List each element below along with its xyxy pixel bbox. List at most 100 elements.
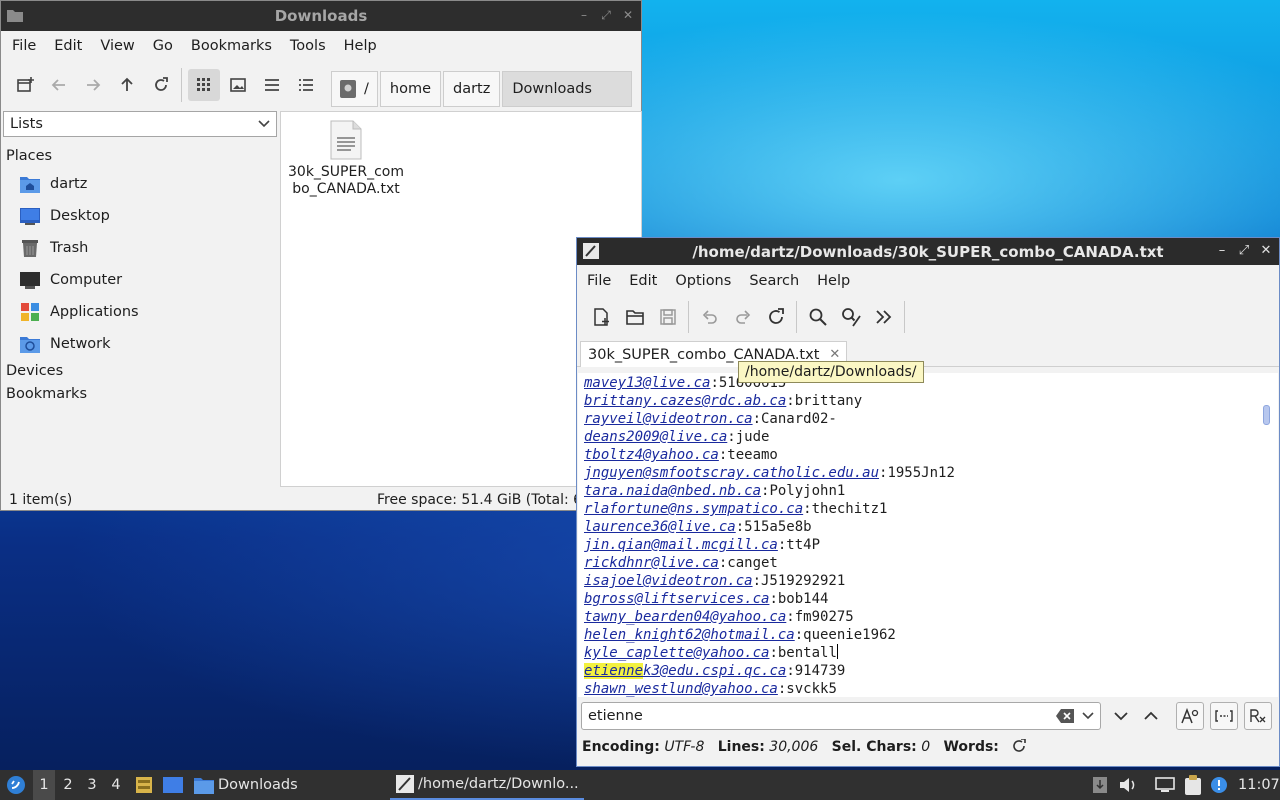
line-email[interactable]: kyle_caplette@yahoo.ca bbox=[584, 645, 769, 661]
menu-go[interactable]: Go bbox=[144, 38, 182, 54]
line-email[interactable]: bgross@liftservices.ca bbox=[584, 591, 769, 607]
workspace-1[interactable]: 1 bbox=[33, 770, 55, 800]
path-crumb-home[interactable]: home bbox=[379, 71, 441, 107]
menu-help[interactable]: Help bbox=[335, 38, 386, 54]
match-case-button[interactable] bbox=[1176, 702, 1204, 730]
sidebar-item-desktop[interactable]: Desktop bbox=[3, 200, 277, 232]
up-button[interactable] bbox=[111, 69, 143, 101]
whole-word-button[interactable] bbox=[1210, 702, 1238, 730]
devices-header[interactable]: Devices bbox=[3, 360, 277, 383]
sidebar-item-network[interactable]: Network bbox=[3, 328, 277, 360]
file-item[interactable]: 30k_SUPER_com bo_CANADA.txt bbox=[287, 120, 405, 198]
replace-button[interactable] bbox=[835, 301, 867, 333]
menu-options[interactable]: Options bbox=[666, 273, 740, 289]
menu-edit[interactable]: Edit bbox=[45, 38, 91, 54]
line-email[interactable]: rlafortune@ns.sympatico.ca bbox=[584, 501, 803, 517]
sidebar-item-applications[interactable]: Applications bbox=[3, 296, 277, 328]
back-button[interactable] bbox=[43, 69, 75, 101]
line-email[interactable]: jnguyen@smfootscray.catholic.edu.au bbox=[584, 465, 879, 481]
minimize-icon[interactable]: – bbox=[1215, 244, 1229, 258]
menu-file[interactable]: File bbox=[578, 273, 620, 289]
menu-help[interactable]: Help bbox=[808, 273, 859, 289]
line-email[interactable]: laurence36@live.ca bbox=[584, 519, 736, 535]
task-downloads[interactable]: Downloads bbox=[194, 770, 382, 800]
sidebar-item-computer[interactable]: Computer bbox=[3, 264, 277, 296]
sidebar-pane-select[interactable]: Lists bbox=[3, 111, 277, 137]
close-icon[interactable]: ✕ bbox=[621, 8, 635, 22]
text-area[interactable]: mavey13@live.ca:51606615 brittany.cazes@… bbox=[578, 373, 1278, 697]
menu-search[interactable]: Search bbox=[740, 273, 808, 289]
file-manager-launcher[interactable] bbox=[134, 770, 154, 800]
workspace-3[interactable]: 3 bbox=[81, 770, 103, 800]
close-icon[interactable]: ✕ bbox=[1259, 244, 1273, 258]
redo-button[interactable] bbox=[727, 301, 759, 333]
refresh-word-count-icon[interactable] bbox=[1012, 739, 1027, 753]
tray-notifications[interactable] bbox=[1208, 770, 1230, 800]
menu-view[interactable]: View bbox=[91, 38, 143, 54]
save-button[interactable] bbox=[652, 301, 684, 333]
text-line: bgross@liftservices.ca:bob144 bbox=[584, 590, 828, 608]
clear-input-icon[interactable] bbox=[1056, 709, 1074, 723]
open-file-button[interactable] bbox=[619, 301, 651, 333]
line-email[interactable]: mavey13@live.ca bbox=[584, 375, 710, 391]
bookmarks-header[interactable]: Bookmarks bbox=[3, 383, 277, 406]
reload-button[interactable] bbox=[760, 301, 792, 333]
thumbnail-view-button[interactable] bbox=[222, 69, 254, 101]
tray-updates[interactable] bbox=[1091, 770, 1109, 800]
line-email[interactable]: rayveil@videotron.ca bbox=[584, 411, 753, 427]
line-email[interactable]: etiennek3@edu.cspi.qc.ca bbox=[584, 663, 786, 679]
vertical-scrollbar[interactable] bbox=[1263, 405, 1270, 425]
menu-tools[interactable]: Tools bbox=[281, 38, 335, 54]
find-button[interactable] bbox=[802, 301, 834, 333]
find-previous-button[interactable] bbox=[1137, 702, 1165, 730]
undo-button[interactable] bbox=[694, 301, 726, 333]
clock[interactable]: 11:07 bbox=[1238, 770, 1280, 800]
detailed-view-button[interactable] bbox=[290, 69, 322, 101]
minimize-icon[interactable]: – bbox=[577, 8, 591, 22]
workspace-2[interactable]: 2 bbox=[57, 770, 79, 800]
places-header[interactable]: Places bbox=[3, 145, 277, 168]
line-email[interactable]: deans2009@live.ca bbox=[584, 429, 727, 445]
regex-button[interactable] bbox=[1244, 702, 1272, 730]
search-input[interactable]: etienne bbox=[581, 702, 1101, 730]
go-to-line-button[interactable] bbox=[868, 301, 900, 333]
menu-edit[interactable]: Edit bbox=[620, 273, 666, 289]
fm-titlebar[interactable]: Downloads – ⤢ ✕ bbox=[1, 1, 641, 31]
editor-titlebar[interactable]: /home/dartz/Downloads/30k_SUPER_combo_CA… bbox=[577, 238, 1279, 265]
tray-clipboard[interactable] bbox=[1182, 770, 1204, 800]
maximize-icon[interactable]: ⤢ bbox=[599, 8, 613, 22]
line-email[interactable]: tboltz4@yahoo.ca bbox=[584, 447, 719, 463]
line-email[interactable]: tara.naida@nbed.nb.ca bbox=[584, 483, 761, 499]
task-editor[interactable]: /home/dartz/Downlo... bbox=[390, 770, 584, 800]
find-next-button[interactable] bbox=[1107, 702, 1135, 730]
line-email[interactable]: brittany.cazes@rdc.ab.ca bbox=[584, 393, 786, 409]
path-root[interactable]: / bbox=[331, 71, 378, 107]
line-email[interactable]: shawn_westlund@yahoo.ca bbox=[584, 681, 778, 697]
line-email[interactable]: tawny_bearden04@yahoo.ca bbox=[584, 609, 786, 625]
chevron-down-icon[interactable] bbox=[1082, 710, 1094, 722]
tray-volume[interactable] bbox=[1118, 770, 1138, 800]
line-email[interactable]: isajoel@videotron.ca bbox=[584, 573, 753, 589]
menu-bookmarks[interactable]: Bookmarks bbox=[182, 38, 281, 54]
line-email[interactable]: helen_knight62@hotmail.ca bbox=[584, 627, 795, 643]
tray-network[interactable] bbox=[1153, 770, 1177, 800]
show-desktop-button[interactable] bbox=[162, 770, 184, 800]
workspace-4[interactable]: 4 bbox=[105, 770, 127, 800]
new-file-button[interactable] bbox=[586, 301, 618, 333]
line-email[interactable]: rickdhnr@live.ca bbox=[584, 555, 719, 571]
text-file-icon bbox=[287, 120, 405, 160]
new-tab-button[interactable] bbox=[9, 69, 41, 101]
close-tab-icon[interactable]: ✕ bbox=[829, 347, 840, 362]
path-crumb-dartz[interactable]: dartz bbox=[443, 71, 501, 107]
start-menu-button[interactable] bbox=[4, 770, 28, 800]
sidebar-item-trash[interactable]: Trash bbox=[3, 232, 277, 264]
compact-view-button[interactable] bbox=[256, 69, 288, 101]
menu-file[interactable]: File bbox=[3, 38, 45, 54]
path-crumb-downloads[interactable]: Downloads bbox=[502, 71, 633, 107]
icon-view-button[interactable] bbox=[188, 69, 220, 101]
line-email[interactable]: jin.qian@mail.mcgill.ca bbox=[584, 537, 778, 553]
forward-button[interactable] bbox=[77, 69, 109, 101]
maximize-icon[interactable]: ⤢ bbox=[1237, 244, 1251, 258]
reload-button[interactable] bbox=[145, 69, 177, 101]
sidebar-item-dartz[interactable]: dartz bbox=[3, 168, 277, 200]
